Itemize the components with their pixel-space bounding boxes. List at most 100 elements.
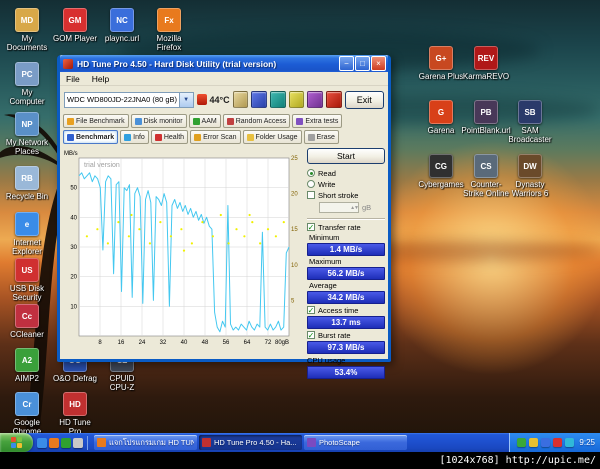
tab-label: Info <box>133 133 145 141</box>
desktop-shortcut-karmarevo[interactable]: REV KarmaREVO <box>463 46 509 81</box>
firefox-quicklaunch-icon[interactable] <box>49 437 59 448</box>
taskbar-task-1[interactable]: แจกโปรแกรมเกม HD TUN... <box>94 435 197 450</box>
desktop-shortcut-gom-player[interactable]: GM GOM Player <box>52 8 98 43</box>
antivirus-tray-icon[interactable] <box>517 438 527 447</box>
taskbar-clock: 9:25 <box>579 438 595 447</box>
tab-erase[interactable]: Erase <box>303 130 339 144</box>
desktop-shortcut-hd-tune-pro[interactable]: HD HD Tune Pro <box>52 392 98 436</box>
tab-icon <box>307 133 315 141</box>
options-gear-icon[interactable] <box>288 91 305 108</box>
tab-disk-monitor[interactable]: Disk monitor <box>130 114 187 128</box>
svg-text:20: 20 <box>291 192 298 198</box>
desktop-shortcut-my-documents[interactable]: MD My Documents <box>4 8 50 52</box>
svg-text:56: 56 <box>223 340 230 346</box>
plaync-icon: NC <box>110 8 134 32</box>
hd-tune-pro-icon: HD <box>63 392 87 416</box>
media-player-quicklaunch-icon[interactable] <box>73 437 83 448</box>
read-label: Read <box>318 168 336 178</box>
desktop-shortcut-google-chrome[interactable]: Cr Google Chrome <box>4 392 50 436</box>
cybergames-icon: CG <box>429 154 453 178</box>
my-documents-icon: MD <box>15 8 39 32</box>
svg-text:16: 16 <box>118 340 125 346</box>
close-button[interactable]: × <box>371 56 386 71</box>
benchmark-content: MB/s 10 20 30 40 50 5 10 15 20 25 8 16 24 32 40 48 56 64 72… <box>60 146 388 381</box>
taskbar-task-2[interactable]: HD Tune Pro 4.50 - Ha... <box>199 435 302 450</box>
desktop-shortcut-usb-disk-security[interactable]: US USB Disk Security <box>4 258 50 302</box>
average-value: 34.2 MB/s <box>307 291 385 304</box>
tab-file-benchmark[interactable]: File Benchmark <box>63 114 129 128</box>
desktop-shortcut-recycle-bin[interactable]: RB Recycle Bin <box>4 166 50 201</box>
drive-select[interactable]: WDC WD800JD-22JNA0 (80 gB) ▼ <box>64 91 194 108</box>
my-computer-icon: PC <box>15 62 39 86</box>
desktop-shortcut-counter-strike-online[interactable]: CS Counter-Strike Online <box>463 154 509 198</box>
spinner-icon[interactable]: ▲▼ <box>350 205 359 211</box>
desktop-shortcut-my-computer[interactable]: PC My Computer <box>4 62 50 106</box>
access-time-option[interactable]: ✓ Access time <box>307 305 385 315</box>
burst-rate-option[interactable]: ✓ Burst rate <box>307 330 385 340</box>
drive-select-value: WDC WD800JD-22JNA0 (80 gB) <box>67 95 178 104</box>
read-radio <box>307 169 315 177</box>
desktop-shortcut-my-network-places[interactable]: NP My Network Places <box>4 112 50 156</box>
menu-file[interactable]: File <box>66 74 80 84</box>
tab-benchmark[interactable]: Benchmark <box>63 130 119 144</box>
desktop-shortcut-garena-plus[interactable]: G+ Garena Plus <box>418 46 464 81</box>
titlebar[interactable]: HD Tune Pro 4.50 - Hard Disk Utility (tr… <box>60 55 388 72</box>
hdtune-app-icon <box>63 58 73 69</box>
desktop-shortcut-aimp2[interactable]: A2 AIMP2 <box>4 348 50 383</box>
tab-health[interactable]: Health <box>150 130 189 144</box>
usb-tray-icon[interactable] <box>553 438 563 447</box>
desktop-shortcut-plaync[interactable]: NC plaync.url <box>99 8 145 43</box>
tab-folder-usage[interactable]: Folder Usage <box>242 130 302 144</box>
maximize-button[interactable]: □ <box>355 56 370 71</box>
tab-extra-tests[interactable]: Extra tests <box>292 114 343 128</box>
volume-icon[interactable] <box>529 438 539 447</box>
tab-aam[interactable]: AAM <box>188 114 221 128</box>
tab-icon <box>296 117 304 125</box>
read-option[interactable]: Read <box>307 168 385 178</box>
exit-button[interactable]: Exit <box>344 90 384 109</box>
minimize-button[interactable]: − <box>339 56 354 71</box>
short-stroke-option[interactable]: Short stroke <box>307 190 385 200</box>
desktop-shortcut-garena[interactable]: G Garena <box>418 100 464 135</box>
minimum-value: 1.4 MB/s <box>307 243 385 256</box>
desktop-shortcut-label: Recycle Bin <box>5 192 49 201</box>
camera-icon[interactable] <box>269 91 286 108</box>
benchmark-controls: Start Read Write Short stroke ▲▼ gB ✓ Tr… <box>307 148 385 379</box>
start-menu-button[interactable] <box>0 433 33 452</box>
access-time-value: 13.7 ms <box>307 316 385 329</box>
write-option[interactable]: Write <box>307 179 385 189</box>
taskbar-task-3[interactable]: PhotoScape <box>304 435 407 450</box>
average-label: Average <box>309 281 337 290</box>
gb-suffix-label: gB <box>362 203 372 212</box>
internet-explorer-quicklaunch-icon[interactable] <box>37 437 47 448</box>
tab-icon <box>194 133 202 141</box>
info-icon[interactable] <box>325 91 342 108</box>
desktop-shortcut-ccleaner[interactable]: Cc CCleaner <box>4 304 50 339</box>
desktop-shortcut-mozilla-firefox[interactable]: Fx Mozilla Firefox <box>146 8 192 52</box>
desktop-shortcut-cybergames[interactable]: CG Cybergames <box>418 154 464 189</box>
toolbar: WDC WD800JD-22JNA0 (80 gB) ▼ 44°C Exit <box>60 86 388 113</box>
desktop-shortcut-internet-explorer[interactable]: e Internet Explorer <box>4 212 50 256</box>
copy-screenshot-icon[interactable] <box>232 91 249 108</box>
transfer-rate-option[interactable]: ✓ Transfer rate <box>307 222 385 232</box>
messenger-tray-icon[interactable] <box>565 438 575 447</box>
desktop-shortcut-sam-broadcaster[interactable]: SB SAM Broadcaster <box>507 100 553 144</box>
desktop-shortcut-label: KarmaREVO <box>462 72 510 81</box>
save-icon[interactable] <box>251 91 267 108</box>
short-stroke-size-input[interactable]: ▲▼ <box>319 202 359 213</box>
start-benchmark-button[interactable]: Start <box>307 148 385 164</box>
tab-random-access[interactable]: Random Access <box>222 114 291 128</box>
desktop-shortcut-dynasty-warriors-6[interactable]: DW Dynasty Warriors 6 <box>507 154 553 198</box>
temperature-icon <box>196 94 207 105</box>
counter-strike-online-icon: CS <box>474 154 498 178</box>
menu-help[interactable]: Help <box>92 74 109 84</box>
help-icon[interactable] <box>307 91 323 108</box>
desktop-shortcut-pointblank[interactable]: PB PointBlank.url <box>461 100 511 135</box>
tab-info[interactable]: Info <box>120 130 149 144</box>
show-desktop-icon[interactable] <box>61 437 71 448</box>
svg-text:64: 64 <box>244 340 251 346</box>
desktop-shortcut-label: My Documents <box>6 34 48 53</box>
tab-error-scan[interactable]: Error Scan <box>190 130 241 144</box>
network-icon[interactable] <box>541 438 551 447</box>
desktop-shortcut-label: Internet Explorer <box>12 238 42 257</box>
